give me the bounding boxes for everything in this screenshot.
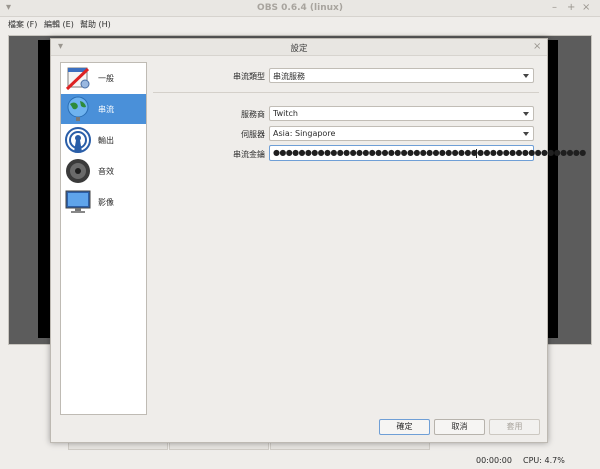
service-select[interactable]: Twitch [269,106,534,121]
speaker-audio-icon [66,159,90,183]
globe-stream-icon [67,96,89,121]
stream-type-label: 串流類型 [233,72,265,81]
nav-label: 輸出 [98,136,114,145]
menu-edit[interactable]: 編輯 (E) [44,19,74,30]
main-window-title: OBS 0.6.4 (linux) [257,3,343,13]
dialog-title: 設定 [290,44,308,54]
dialog-close-icon[interactable]: × [533,41,541,53]
minimize-icon[interactable]: – [552,2,557,14]
nav-item-output[interactable]: 輸出 [61,125,146,155]
nav-label: 一般 [98,74,114,83]
nav-label: 音效 [98,167,114,176]
chevron-down-icon [523,74,529,78]
status-time: 00:00:00 [476,456,512,465]
maximize-icon[interactable]: + [567,2,575,14]
menu-help[interactable]: 幫助 (H) [80,19,111,30]
service-label: 服務商 [241,110,265,119]
status-cpu: CPU: 4.7% [523,456,565,465]
stream-type-select[interactable]: 串流服務 [269,68,534,83]
ok-button[interactable]: 確定 [379,419,430,435]
stream-key-value: ●●●●●●●●●●●●●●●●●●●●●●●●●●●●●●●●●●●●●●●●… [273,148,586,157]
monitor-video-icon [65,190,91,213]
apply-button: 套用 [489,419,540,435]
settings-dialog: ▾ 設定 × 一般 串流 輸出 音效 影像 串流類型 串流服務 服務商 Twit… [50,38,586,443]
nav-label: 串流 [98,105,114,114]
stream-key-input[interactable]: ●●●●●●●●●●●●●●●●●●●●●●●●●●●●●●●●●●●●●●●●… [269,145,586,161]
dialog-titlebar: ▾ 設定 × [51,39,547,56]
chevron-down-icon [523,112,529,116]
chevron-down-icon [523,132,529,136]
server-select[interactable]: Asia: Singapore [269,126,534,141]
menubar: 檔案 (F) 編輯 (E) 幫助 (H) [0,17,600,32]
general-settings-icon [65,67,90,91]
broadcast-output-icon [65,127,91,153]
settings-nav: 一般 串流 輸出 音效 影像 [60,62,147,415]
stream-key-label: 串流金鑰 [233,150,265,159]
server-value: Asia: Singapore [273,129,336,138]
nav-item-video[interactable]: 影像 [61,187,146,217]
close-icon[interactable]: × [582,2,590,14]
nav-item-general[interactable]: 一般 [61,63,146,93]
server-label: 伺服器 [241,130,265,139]
text-caret [476,149,477,158]
nav-label: 影像 [98,198,114,207]
cancel-button[interactable]: 取消 [434,419,485,435]
service-value: Twitch [273,109,298,118]
nav-item-audio[interactable]: 音效 [61,156,146,186]
form-separator [153,92,539,93]
main-titlebar: ▾ OBS 0.6.4 (linux) – + × [0,0,600,17]
nav-item-stream[interactable]: 串流 [61,94,146,124]
stream-type-value: 串流服務 [273,72,305,81]
statusbar: 00:00:00 CPU: 4.7% [0,452,600,469]
menu-file[interactable]: 檔案 (F) [8,19,37,30]
